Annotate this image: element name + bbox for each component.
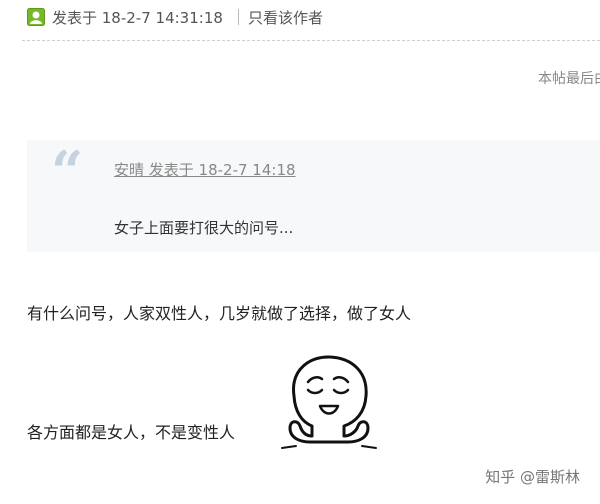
post-header: 发表于 18-2-7 14:31:18 只看该作者 — [0, 0, 600, 38]
divider — [238, 9, 239, 25]
post-body-line: 有什么问号，人家双性人，几岁就做了选择，做了女人 — [27, 304, 412, 323]
author-only-link[interactable]: 只看该作者 — [248, 7, 323, 28]
last-edited-note: 本帖最后由 — [538, 71, 600, 87]
post-timestamp: 发表于 18-2-7 14:31:18 — [52, 9, 223, 27]
online-status-icon — [27, 8, 45, 26]
quote-mark-icon: “ — [51, 139, 84, 205]
post-body-line: 各方面都是女人，不是变性人 — [27, 423, 236, 442]
smug-face-sticker — [272, 350, 384, 450]
quote-block: “ 安晴 发表于 18-2-7 14:18 女子上面要打很大的问号... — [27, 140, 600, 252]
zhihu-watermark: 知乎 @雷斯林 — [485, 468, 580, 486]
header-divider — [22, 40, 600, 41]
quote-text: 女子上面要打很大的问号... — [114, 219, 294, 237]
quote-meta-link[interactable]: 安晴 发表于 18-2-7 14:18 — [114, 159, 296, 180]
